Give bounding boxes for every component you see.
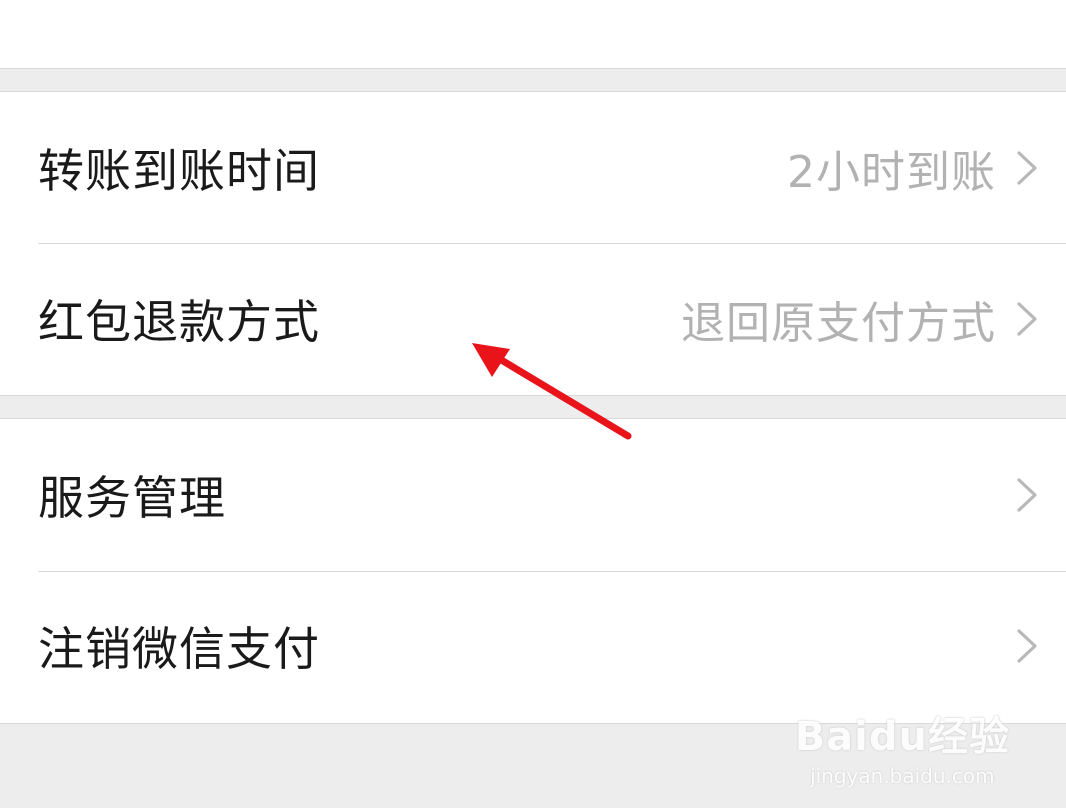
red-packet-refund-value: 退回原支付方式 — [681, 297, 996, 349]
settings-group-service: 服务管理 注销微信支付 — [0, 418, 1066, 724]
red-packet-refund-label: 红包退款方式 — [38, 294, 320, 349]
service-management-label: 服务管理 — [38, 470, 226, 525]
chevron-right-icon — [1017, 301, 1037, 336]
deactivate-wechat-pay-label: 注销微信支付 — [38, 621, 320, 676]
watermark-url: jingyan.baidu.com — [810, 764, 995, 788]
chevron-right-icon — [1017, 628, 1037, 663]
chevron-right-icon — [1017, 477, 1037, 512]
chevron-right-icon — [1017, 150, 1037, 185]
baidu-jingyan-watermark: Baidu经验 jingyan.baidu.com — [795, 704, 1010, 788]
transfer-time-label: 转账到账时间 — [38, 143, 320, 198]
watermark-logo: Baidu经验 — [794, 714, 1010, 760]
transfer-time-value: 2小时到账 — [787, 146, 996, 198]
deactivate-wechat-pay-row[interactable]: 注销微信支付 — [0, 570, 1066, 721]
top-blank-section — [0, 0, 1066, 69]
red-packet-refund-row[interactable]: 红包退款方式 退回原支付方式 — [0, 243, 1066, 394]
settings-group-transfer: 转账到账时间 2小时到账 红包退款方式 退回原支付方式 — [0, 91, 1066, 396]
service-management-row[interactable]: 服务管理 — [0, 419, 1066, 570]
transfer-time-row[interactable]: 转账到账时间 2小时到账 — [0, 92, 1066, 243]
